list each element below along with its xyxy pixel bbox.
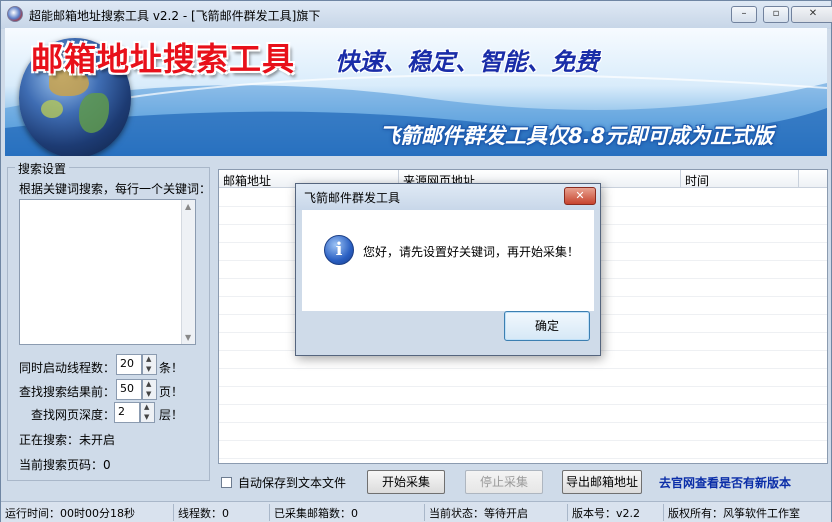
searching-status: 正在搜索：未开启 <box>19 433 116 447</box>
dialog-close-button[interactable]: ✕ <box>564 187 596 205</box>
window-title: 超能邮箱地址搜索工具 v2.2 - [飞箭邮件群发工具]旗下 <box>29 9 321 23</box>
pages-spin-buttons[interactable]: ▲ ▼ <box>142 379 157 400</box>
spin-down-icon[interactable]: ▼ <box>146 365 151 373</box>
status-threads: 线程数：0 <box>173 504 269 521</box>
current-page-status: 当前搜索页码：0 <box>19 458 111 472</box>
dialog-body: i 您好，请先设置好关键词，再开始采集！ <box>302 210 594 311</box>
autosave-checkbox[interactable]: 自动保存到文本文件 <box>221 474 346 491</box>
search-settings-title: 搜索设置 <box>15 160 70 177</box>
dialog-message: 您好，请先设置好关键词，再开始采集！ <box>363 245 580 259</box>
scroll-up-icon[interactable]: ▲ <box>185 202 191 211</box>
dialog-ok-button[interactable]: 确定 <box>504 311 590 341</box>
depth-label: 查找网页深度： <box>31 408 116 422</box>
depth-spin-buttons[interactable]: ▲ ▼ <box>140 402 155 423</box>
column-time[interactable]: 时间 <box>681 170 799 188</box>
main-window: 超能邮箱地址搜索工具 v2.2 - [飞箭邮件群发工具]旗下 – ▫ ✕ 邮箱地… <box>0 0 832 522</box>
spin-up-icon[interactable]: ▲ <box>144 403 149 411</box>
status-collected: 已采集邮箱数：0 <box>269 504 424 521</box>
pages-value[interactable]: 50 <box>116 379 142 400</box>
message-dialog: 飞箭邮件群发工具 ✕ i 您好，请先设置好关键词，再开始采集！ 确定 <box>295 183 601 356</box>
start-collect-button[interactable]: 开始采集 <box>367 470 445 494</box>
threads-label: 同时启动线程数： <box>19 361 116 375</box>
depth-unit: 层！ <box>159 408 184 422</box>
spin-down-icon[interactable]: ▼ <box>144 413 149 421</box>
banner-title: 邮箱地址搜索工具 <box>31 40 296 78</box>
official-site-link[interactable]: 去官网查看是否有新版本 <box>659 474 791 491</box>
minimize-button[interactable]: – <box>731 6 757 23</box>
autosave-label: 自动保存到文本文件 <box>238 476 347 490</box>
spin-up-icon[interactable]: ▲ <box>146 355 151 363</box>
stop-collect-button[interactable]: 停止采集 <box>465 470 543 494</box>
title-bar: 超能邮箱地址搜索工具 v2.2 - [飞箭邮件群发工具]旗下 – ▫ ✕ <box>1 1 832 29</box>
status-bar: 运行时间：00时00分18秒 线程数：0 已采集邮箱数：0 当前状态：等待开启 … <box>1 501 831 522</box>
threads-value[interactable]: 20 <box>116 354 142 375</box>
info-icon: i <box>324 235 354 265</box>
threads-spin-buttons[interactable]: ▲ ▼ <box>142 354 157 375</box>
status-state: 当前状态：等待开启 <box>424 504 567 521</box>
close-button[interactable]: ✕ <box>791 6 832 23</box>
pages-label: 查找搜索结果前： <box>19 385 116 399</box>
restore-button[interactable]: ▫ <box>763 6 789 23</box>
spin-down-icon[interactable]: ▼ <box>146 390 151 398</box>
keyword-label: 根据关键词搜索，每行一个关键词： <box>19 182 212 196</box>
banner: 邮箱地址搜索工具 快速、稳定、智能、免费 飞箭邮件群发工具仅8.8元即可成为正式… <box>5 28 827 156</box>
status-version: 版本号：v2.2 <box>567 504 663 521</box>
banner-slogan: 快速、稳定、智能、免费 <box>335 48 599 76</box>
app-globe-icon <box>7 6 23 22</box>
status-runtime: 运行时间：00时00分18秒 <box>5 507 135 520</box>
keyword-scrollbar[interactable]: ▲ ▼ <box>181 200 195 344</box>
depth-value[interactable]: 2 <box>114 402 140 423</box>
threads-unit: 条！ <box>159 361 184 375</box>
banner-ad[interactable]: 飞箭邮件群发工具仅8.8元即可成为正式版 <box>379 120 773 150</box>
scroll-down-icon[interactable]: ▼ <box>185 333 191 342</box>
keyword-textarea[interactable]: ▲ ▼ <box>19 199 196 345</box>
export-emails-button[interactable]: 导出邮箱地址 <box>562 470 642 494</box>
pages-unit: 页！ <box>159 385 184 399</box>
status-copyright: 版权所有：风筝软件工作室 <box>663 504 831 521</box>
dialog-title: 飞箭邮件群发工具 <box>304 191 401 205</box>
checkbox-box[interactable] <box>221 477 232 488</box>
spin-up-icon[interactable]: ▲ <box>146 380 151 388</box>
dialog-title-bar: 飞箭邮件群发工具 ✕ <box>296 184 600 210</box>
